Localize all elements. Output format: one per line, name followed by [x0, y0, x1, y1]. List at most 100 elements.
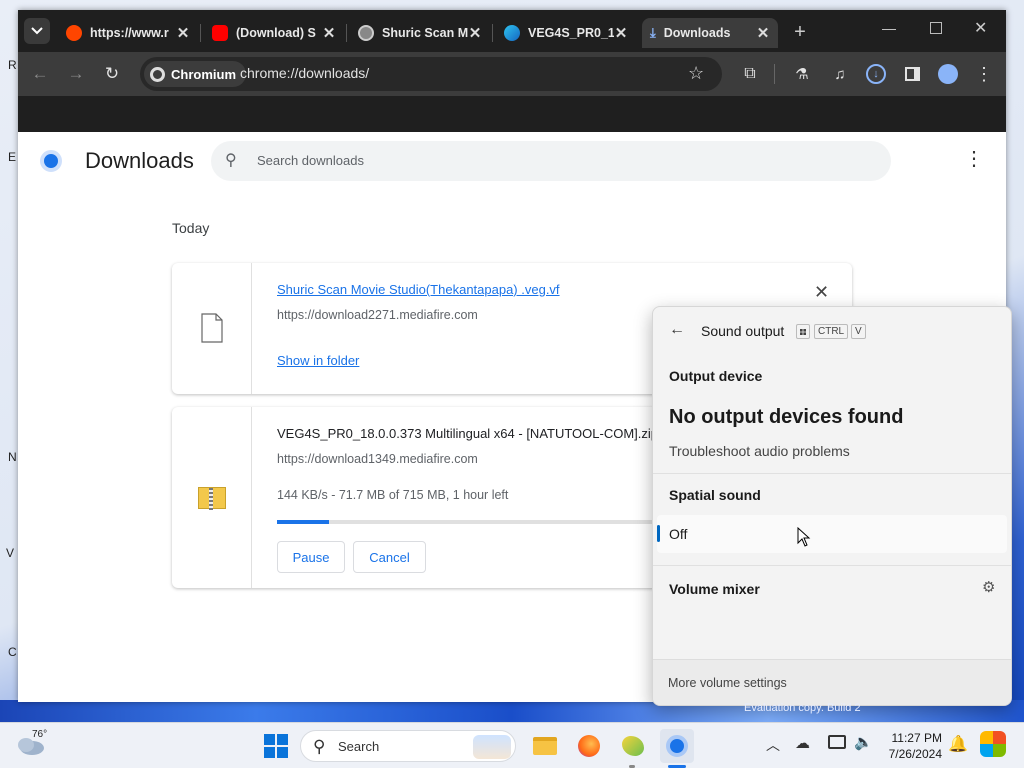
forward-arrow-icon[interactable]: → [62, 60, 90, 88]
selection-indicator [657, 525, 660, 542]
onedrive-icon[interactable]: ☁ [795, 734, 810, 752]
menu-kebab-icon[interactable]: ⋮ [970, 60, 998, 88]
close-icon[interactable]: ✕ [468, 24, 482, 42]
media-control-icon[interactable]: ♫ [826, 60, 854, 88]
close-icon[interactable]: ✕ [756, 24, 770, 42]
tab-title: (Download) S [236, 26, 316, 40]
file-icon [201, 313, 223, 343]
extensions-icon[interactable]: ⧉ [736, 60, 764, 88]
labs-flask-icon[interactable]: ⚗ [788, 60, 816, 88]
volume-mixer-heading: Volume mixer [669, 581, 760, 597]
tab-vegas[interactable]: VEG4S_PR0_1 ✕ [496, 18, 636, 48]
reload-icon[interactable]: ↻ [98, 60, 126, 88]
search-icon: ⚲ [225, 152, 237, 169]
output-device-heading: Output device [669, 368, 763, 384]
spatial-sound-heading: Spatial sound [669, 487, 761, 503]
divider [653, 473, 1011, 474]
sound-output-flyout: ← Sound output CTRL V Output device No o… [652, 306, 1012, 706]
spatial-sound-option-off[interactable]: Off [657, 515, 1007, 553]
mouse-cursor-icon [797, 527, 811, 547]
desktop-icon-partial[interactable]: E [8, 150, 18, 172]
close-icon[interactable]: ✕ [614, 24, 628, 42]
flyout-footer: More volume settings [653, 659, 1011, 705]
app-bird-icon[interactable] [616, 729, 650, 763]
back-arrow-icon[interactable]: ← [26, 60, 54, 88]
back-arrow-icon[interactable]: ← [669, 321, 685, 339]
page-title: Downloads [85, 148, 194, 173]
search-downloads-input[interactable]: ⚲ Search downloads [211, 141, 891, 181]
download-source-url: https://download2271.mediafire.com [277, 308, 478, 322]
downloads-toolbar-icon[interactable]: ↓ [862, 60, 890, 88]
clock-time: 11:27 PM [891, 731, 942, 745]
maximize-icon[interactable] [930, 22, 942, 34]
new-tab-icon[interactable]: + [786, 18, 814, 46]
tab-title: Shuric Scan M [382, 26, 468, 40]
more-volume-settings-link[interactable]: More volume settings [668, 676, 787, 690]
close-icon[interactable]: ✕ [322, 24, 336, 42]
url-text[interactable]: chrome://downloads/ [240, 65, 369, 81]
clock-area[interactable]: 11:27 PM 7/26/2024 [886, 729, 942, 763]
bookmark-star-icon[interactable]: ☆ [688, 63, 704, 84]
show-in-folder-link[interactable]: Show in folder [277, 353, 359, 368]
file-explorer-icon[interactable] [528, 729, 562, 763]
youtube-icon [212, 25, 228, 41]
globe-icon [358, 25, 374, 41]
desktop-icon-partial[interactable]: C [8, 645, 18, 667]
address-bar[interactable]: Chromium chrome://downloads/ ☆ [140, 57, 722, 91]
download-progress-fill [277, 520, 329, 524]
tab-downloads[interactable]: ⤓ Downloads ✕ [642, 18, 778, 48]
start-button[interactable] [264, 734, 288, 758]
taskbar-search-box[interactable]: ⚲ Search [300, 730, 516, 762]
chromium-logo-icon [150, 66, 165, 82]
network-icon[interactable] [828, 735, 846, 749]
pause-button[interactable]: Pause [277, 541, 345, 573]
desktop-icon-partial[interactable]: N [8, 450, 18, 472]
flyout-title: Sound output [701, 323, 785, 339]
search-highlight-icon [473, 735, 511, 759]
profile-avatar-icon[interactable] [934, 60, 962, 88]
close-icon[interactable]: ✕ [176, 24, 190, 42]
shortcut-key: V [851, 324, 866, 339]
cancel-button[interactable]: Cancel [353, 541, 426, 573]
no-devices-message: No output devices found [669, 406, 904, 428]
download-filename-link[interactable]: Shuric Scan Movie Studio(Thekantapapa) .… [277, 282, 560, 297]
vegas-icon [504, 25, 520, 41]
search-placeholder: Search downloads [257, 153, 364, 168]
remove-download-icon[interactable]: ✕ [814, 282, 829, 303]
chevron-down-icon [31, 27, 43, 35]
file-icon-column [172, 263, 252, 394]
tab-search-button[interactable] [24, 18, 50, 44]
chromium-taskbar-icon[interactable] [660, 729, 694, 763]
site-chip-label: Chromium [171, 66, 236, 82]
troubleshoot-link[interactable]: Troubleshoot audio problems [669, 443, 850, 459]
downloads-header: Downloads ⚲ Search downloads ⋮ [18, 132, 1006, 190]
clock-date: 7/26/2024 [888, 747, 942, 761]
tab-title: Downloads [663, 26, 731, 40]
reddit-icon [66, 25, 82, 41]
chevron-up-icon[interactable]: ︿ [766, 735, 780, 755]
file-icon-column [172, 407, 252, 588]
minimize-icon[interactable]: — [882, 20, 902, 40]
desktop-icon-partial[interactable]: V [6, 546, 16, 568]
desktop-icon-partial[interactable]: R [8, 58, 18, 80]
tab-youtube[interactable]: (Download) S ✕ [204, 18, 344, 48]
side-panel-icon[interactable] [898, 60, 926, 88]
tab-divider [346, 24, 347, 42]
download-source-url: https://download1349.mediafire.com [277, 452, 478, 466]
site-chip[interactable]: Chromium [144, 61, 246, 87]
tab-shuric-scan[interactable]: Shuric Scan M ✕ [350, 18, 490, 48]
copilot-icon[interactable] [980, 731, 1006, 757]
close-window-icon[interactable]: ✕ [974, 18, 987, 38]
download-progress-status: 144 KB/s - 71.7 MB of 715 MB, 1 hour lef… [277, 488, 509, 502]
more-actions-icon[interactable]: ⋮ [964, 146, 984, 171]
download-filename[interactable]: VEG4S_PR0_18.0.0.373 Multilingual x64 - … [277, 426, 658, 441]
gear-icon[interactable]: ⚙ [982, 578, 995, 596]
weather-temperature: 76° [32, 729, 48, 740]
notification-bell-icon[interactable]: 🔔 [948, 734, 968, 754]
firefox-icon[interactable] [572, 729, 606, 763]
shortcut-key: CTRL [814, 324, 849, 339]
speaker-muted-icon[interactable]: 🔈 [854, 733, 873, 751]
download-icon: ⤓ [650, 25, 656, 40]
search-icon: ⚲ [313, 737, 326, 756]
tab-reddit[interactable]: https://www.r ✕ [58, 18, 198, 48]
